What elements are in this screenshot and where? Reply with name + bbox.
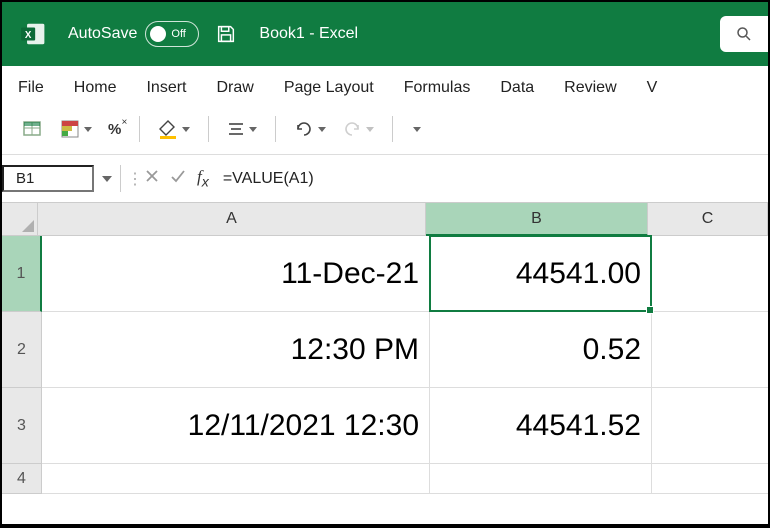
cell-b4[interactable]	[430, 464, 652, 494]
row-header-3[interactable]: 3	[2, 388, 42, 464]
tab-view[interactable]: V	[645, 75, 660, 101]
row-header-2[interactable]: 2	[2, 312, 42, 388]
save-icon[interactable]	[215, 23, 237, 45]
tab-data[interactable]: Data	[498, 75, 536, 101]
percent-format-button[interactable]: %	[106, 119, 123, 140]
formula-bar-row: ⋮ fx	[2, 154, 768, 203]
toolbar: %	[2, 110, 768, 148]
svg-text:X: X	[25, 30, 32, 41]
autosave-label: AutoSave	[68, 25, 137, 43]
cancel-formula-icon[interactable]	[139, 168, 165, 189]
autosave-toggle[interactable]: Off	[145, 21, 199, 47]
cell-a3[interactable]: 12/11/2021 12:30	[42, 388, 430, 464]
row-header-1[interactable]: 1	[2, 236, 42, 312]
tab-home[interactable]: Home	[72, 75, 119, 101]
row-header-4[interactable]: 4	[2, 464, 42, 494]
formula-input[interactable]	[215, 168, 768, 190]
drag-dots-icon: ⋮	[127, 169, 133, 189]
tab-insert[interactable]: Insert	[144, 75, 188, 101]
col-header-a[interactable]: A	[38, 203, 426, 236]
enter-formula-icon[interactable]	[165, 168, 191, 189]
redo-button[interactable]	[340, 119, 376, 139]
fx-icon[interactable]: fx	[197, 167, 209, 190]
cell-a4[interactable]	[42, 464, 430, 494]
grid: A B C 1 2 3 4 11-Dec-21 44541.00 12:30 P…	[2, 203, 768, 524]
ribbon-tabs: File Home Insert Draw Page Layout Formul…	[2, 66, 768, 110]
tab-page-layout[interactable]: Page Layout	[282, 75, 376, 101]
cell-c4[interactable]	[652, 464, 768, 494]
create-table-button[interactable]	[20, 117, 46, 141]
document-title: Book1 - Excel	[259, 25, 358, 43]
cell-b1[interactable]: 44541.00	[430, 236, 652, 312]
tab-draw[interactable]: Draw	[214, 75, 255, 101]
name-box-dropdown[interactable]	[102, 176, 112, 182]
conditional-format-button[interactable]	[58, 117, 94, 141]
cell-b2[interactable]: 0.52	[430, 312, 652, 388]
cell-a1[interactable]: 11-Dec-21	[42, 236, 430, 312]
cell-c2[interactable]	[652, 312, 768, 388]
fill-color-button[interactable]	[156, 117, 192, 141]
undo-button[interactable]	[292, 119, 328, 139]
col-header-b[interactable]: B	[426, 203, 648, 236]
title-bar: X AutoSave Off Book1 - Excel	[2, 2, 768, 66]
cell-a2[interactable]: 12:30 PM	[42, 312, 430, 388]
name-box[interactable]	[2, 165, 94, 192]
search-button[interactable]	[720, 16, 768, 52]
tab-file[interactable]: File	[16, 75, 46, 101]
toolbar-overflow[interactable]	[409, 125, 425, 134]
tab-review[interactable]: Review	[562, 75, 618, 101]
cell-c3[interactable]	[652, 388, 768, 464]
cell-c1[interactable]	[652, 236, 768, 312]
tab-formulas[interactable]: Formulas	[402, 75, 473, 101]
align-button[interactable]	[225, 119, 259, 139]
excel-icon: X	[20, 21, 46, 47]
select-all-corner[interactable]	[2, 203, 38, 236]
cell-b3[interactable]: 44541.52	[430, 388, 652, 464]
col-header-c[interactable]: C	[648, 203, 768, 236]
